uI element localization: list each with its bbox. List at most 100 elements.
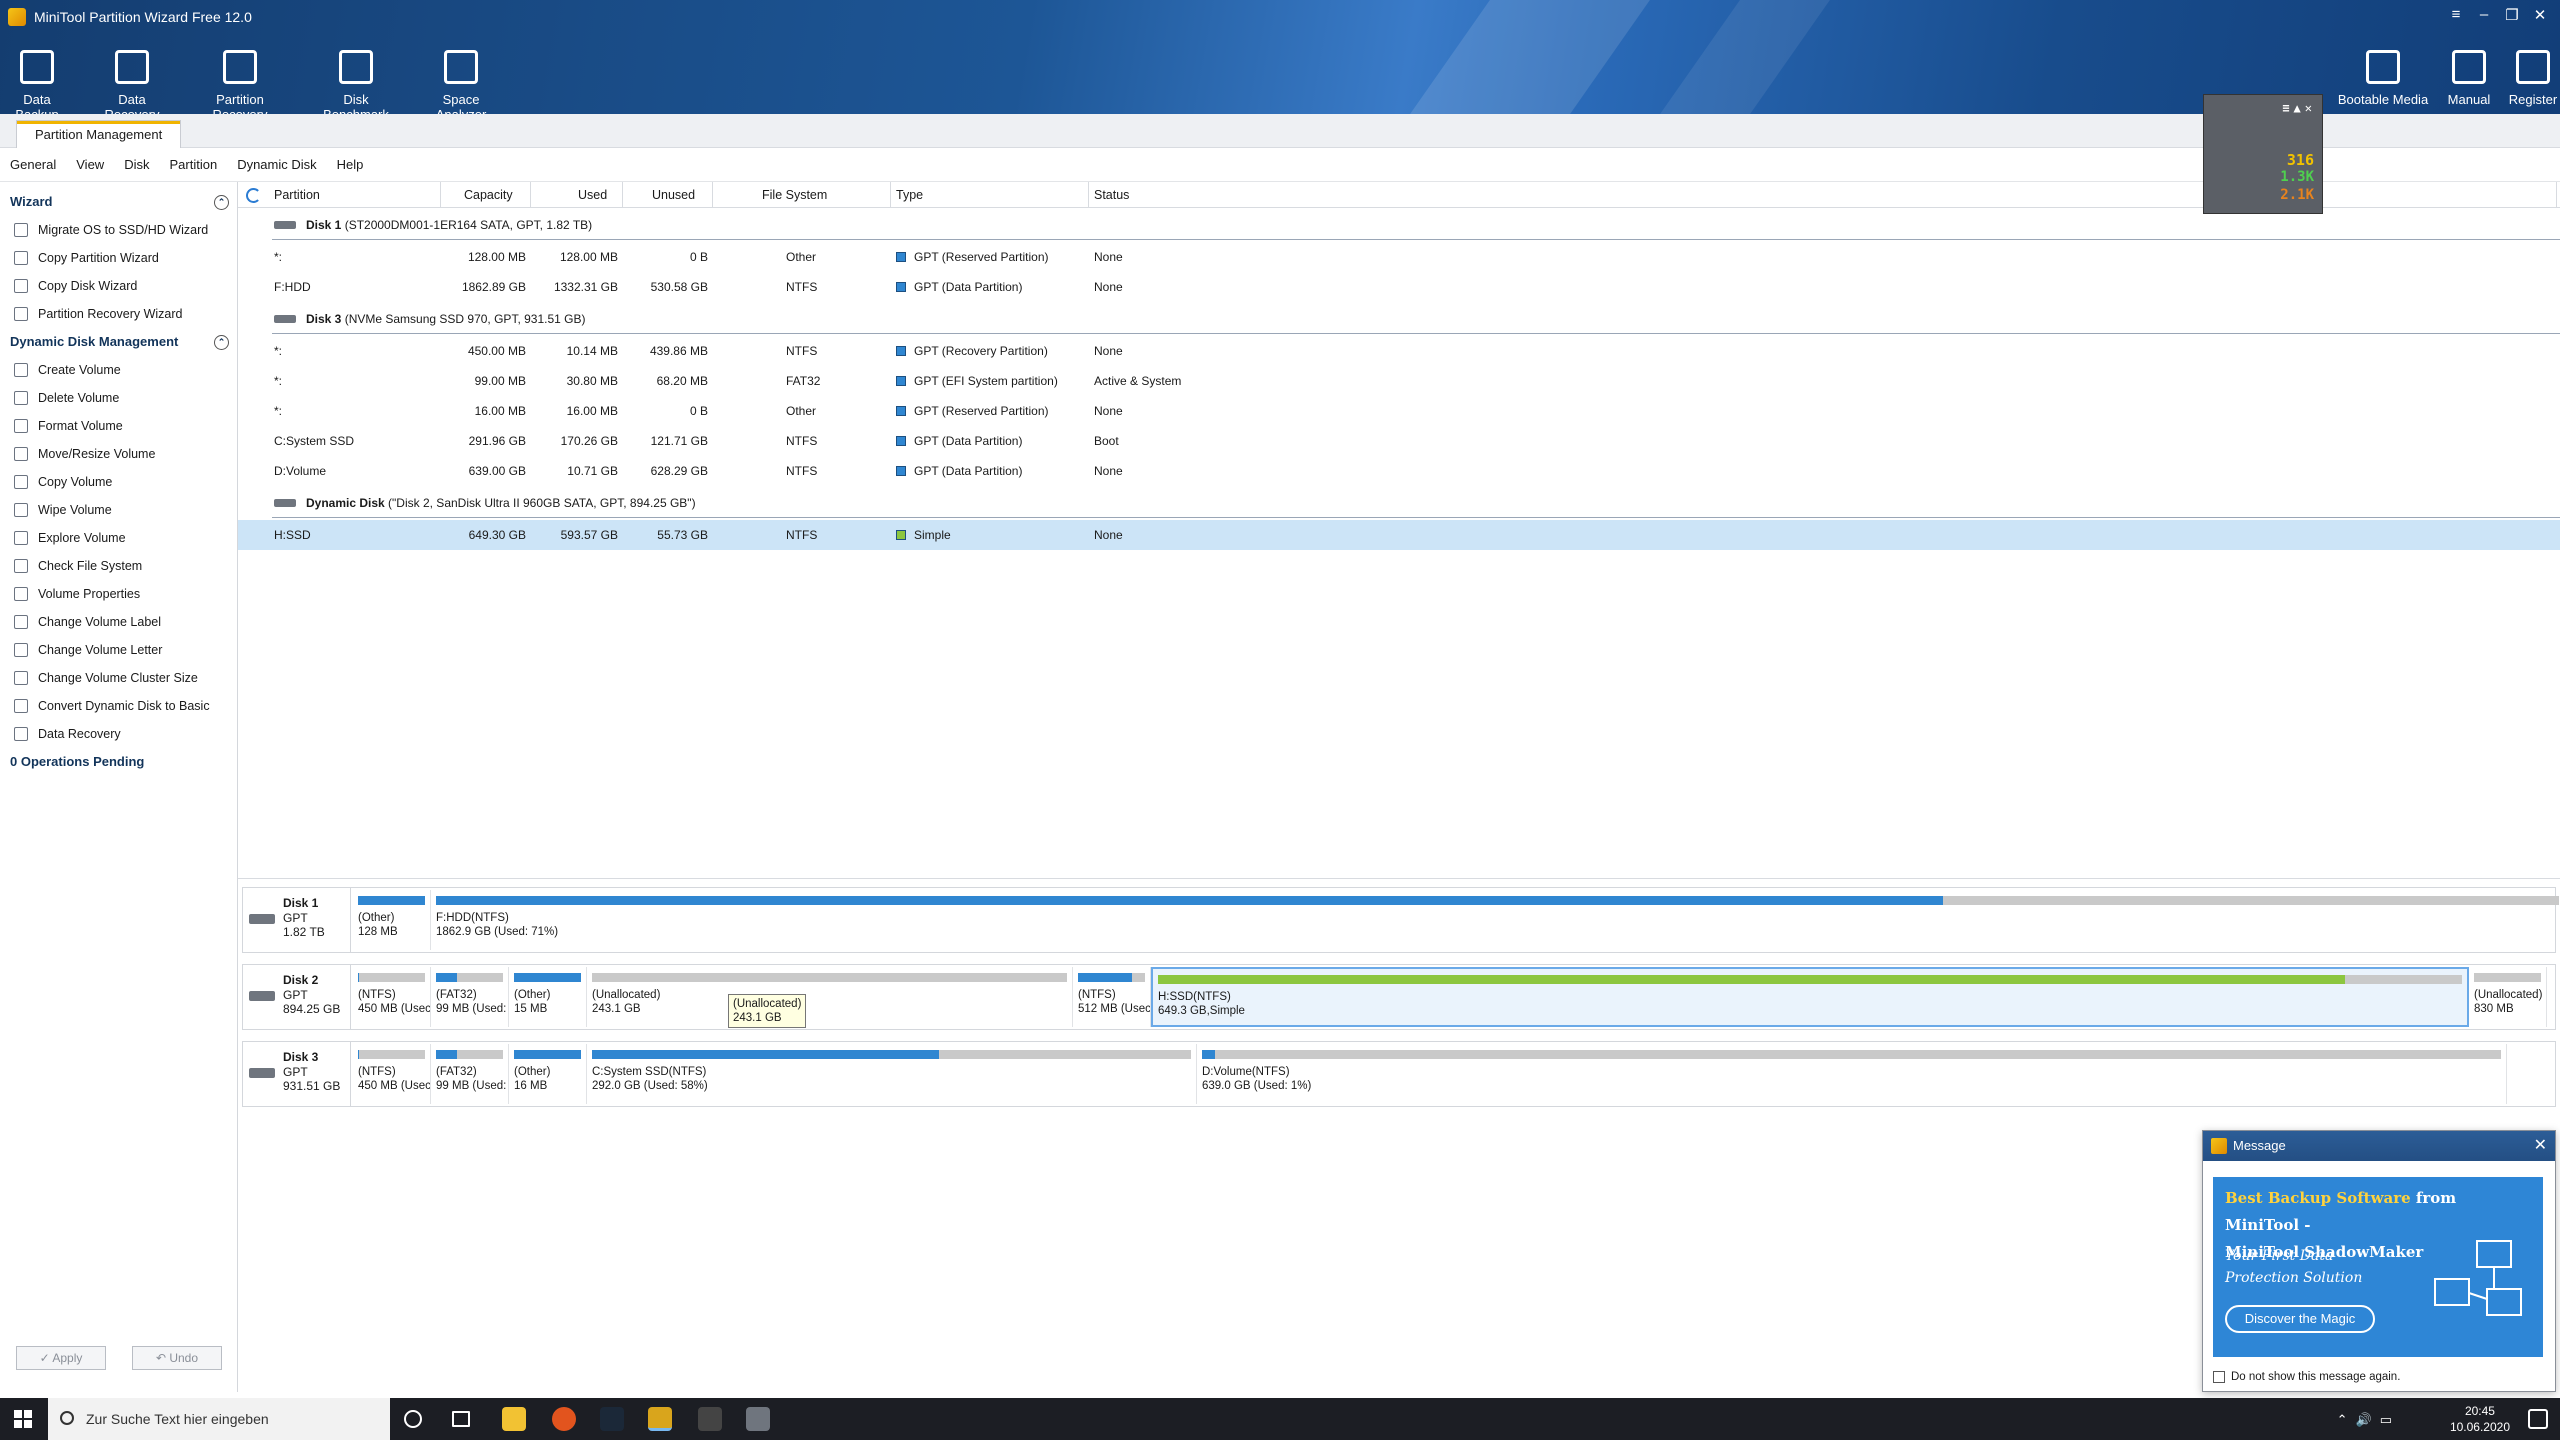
partition-block[interactable]: (Unallocated) 830 MB [2469,967,2547,1027]
col-unused[interactable]: Unused [652,188,695,202]
sidebar-item-cluster-size[interactable]: Change Volume Cluster Size [0,664,237,692]
disk-map-row[interactable]: Disk 3 GPT 931.51 GB (NTFS) 450 MB (Usec (FAT… [242,1041,2556,1107]
menu-dynamic-disk[interactable]: Dynamic Disk [237,157,316,172]
partition-block[interactable]: (NTFS) 450 MB (Usec [353,1044,431,1104]
sidebar-item-format-volume[interactable]: Format Volume [0,412,237,440]
sidebar-item-copy-disk[interactable]: Copy Disk Wizard [0,272,237,300]
widget-controls[interactable]: ≡▲✕ [2282,101,2316,115]
hamburger-menu-icon[interactable]: ≡ [2442,6,2470,24]
disk-group-row[interactable]: Disk 3 (NVMe Samsung SSD 970, GPT, 931.5… [238,302,2560,336]
toolbar-partition-recovery[interactable]: Partition Recovery [190,50,290,114]
col-used[interactable]: Used [578,188,607,202]
partition-block[interactable]: D:Volume(NTFS) 639.0 GB (Used: 1%) [1197,1044,2507,1104]
partition-block[interactable]: (Unallocated) 243.1 GB [587,967,1073,1027]
task-view-icon[interactable] [452,1411,470,1427]
sidebar-dynamic-disk-header[interactable]: Dynamic Disk Management ⌃ [0,328,237,356]
col-type[interactable]: Type [896,188,923,202]
partition-block[interactable]: H:SSD(NTFS) 649.3 GB,Simple [1151,967,2469,1027]
table-row[interactable]: *: 450.00 MB 10.14 MB 439.86 MB NTFS GPT (Rec… [238,336,2560,366]
sidebar-item-wipe-volume[interactable]: Wipe Volume [0,496,237,524]
partition-block[interactable]: (NTFS) 450 MB (Usec [353,967,431,1027]
sidebar-item-volume-properties[interactable]: Volume Properties [0,580,237,608]
partition-block[interactable]: (Other) 15 MB [509,967,587,1027]
sidebar-item-convert-basic[interactable]: Convert Dynamic Disk to Basic [0,692,237,720]
table-row[interactable]: *: 99.00 MB 30.80 MB 68.20 MB FAT32 GPT (EFI … [238,366,2560,396]
minimize-icon[interactable]: – [2470,6,2498,24]
taskbar-search[interactable]: Zur Suche Text hier eingeben [48,1398,390,1440]
table-row[interactable]: *: 128.00 MB 128.00 MB 0 B Other GPT (Reserve… [238,242,2560,272]
disk-group-row[interactable]: Dynamic Disk ("Disk 2, SanDisk Ultra II … [238,486,2560,520]
minitool-taskbar-icon[interactable] [648,1407,672,1431]
partition-block[interactable]: (Other) 128 MB [353,890,431,950]
partition-block[interactable]: (FAT32) 99 MB (Used: [431,1044,509,1104]
table-row[interactable]: *: 16.00 MB 16.00 MB 0 B Other GPT (Reserved … [238,396,2560,426]
partition-block[interactable]: (Other) 16 MB [509,1044,587,1104]
sidebar-item-partition-recovery[interactable]: Partition Recovery Wizard [0,300,237,328]
clock[interactable]: 20:45 10.06.2020 [2450,1398,2510,1435]
disk-map-header[interactable]: Disk 3 GPT 931.51 GB [243,1042,351,1106]
sidebar-item-check-fs[interactable]: Check File System [0,552,237,580]
toolbar-bootable-media[interactable]: Bootable Media [2336,50,2430,107]
partition-block[interactable]: (NTFS) 512 MB (Usec [1073,967,1151,1027]
system-tray-icons[interactable]: ⌃🔊▭ [2337,1412,2400,1428]
disk-map-row[interactable]: Disk 2 GPT 894.25 GB (NTFS) 450 MB (Usec (FAT… [242,964,2556,1030]
epic-games-icon[interactable] [698,1407,722,1431]
menu-help[interactable]: Help [337,157,364,172]
sidebar-wizard-header[interactable]: Wizard ⌃ [0,188,237,216]
collapse-icon[interactable]: ⌃ [214,195,229,210]
toolbar-data-recovery[interactable]: Data Recovery [92,50,172,114]
sidebar-item-change-label[interactable]: Change Volume Label [0,608,237,636]
sidebar-item-move-resize[interactable]: Move/Resize Volume [0,440,237,468]
disk-map-header[interactable]: Disk 1 GPT 1.82 TB [243,888,351,952]
steam-icon[interactable] [600,1407,624,1431]
col-file-system[interactable]: File System [762,188,827,202]
disk-map-row[interactable]: Disk 1 GPT 1.82 TB (Other) 128 MB F:HDD(NTFS)… [242,887,2559,953]
restore-icon[interactable]: ❐ [2498,6,2526,24]
col-capacity[interactable]: Capacity [464,188,513,202]
menu-view[interactable]: View [76,157,104,172]
promo-banner[interactable]: Best Backup Software from MiniTool - Min… [2213,1177,2543,1357]
firefox-icon[interactable] [552,1407,576,1431]
apply-button[interactable]: ✓ Apply [16,1346,106,1370]
toolbar-manual[interactable]: Manual [2444,50,2494,107]
toolbar-register[interactable]: Register [2508,50,2558,107]
partition-block[interactable]: (FAT32) 99 MB (Used: [431,967,509,1027]
do-not-show-checkbox[interactable]: Do not show this message again. [2213,1371,2400,1383]
sidebar-item-change-letter[interactable]: Change Volume Letter [0,636,237,664]
toolbar-space-analyzer[interactable]: Space Analyzer [418,50,504,114]
sidebar-item-data-recovery[interactable]: Data Recovery [0,720,237,748]
collapse-icon[interactable]: ⌃ [214,335,229,350]
table-row[interactable]: D:Volume 639.00 GB 10.71 GB 628.29 GB NTFS GP… [238,456,2560,486]
toolbar-data-backup[interactable]: Data Backup [4,50,70,114]
discover-button[interactable]: Discover the Magic [2225,1305,2375,1333]
file-explorer-icon[interactable] [502,1407,526,1431]
network-monitor-widget[interactable]: ≡▲✕ 316 1.3K 2.1K [2203,94,2323,214]
partition-block[interactable]: F:HDD(NTFS) 1862.9 GB (Used: 71%) [431,890,2560,950]
partition-block[interactable]: C:System SSD(NTFS) 292.0 GB (Used: 58%) [587,1044,1197,1104]
table-row[interactable]: H:SSD 649.30 GB 593.57 GB 55.73 GB NTFS Simpl… [238,520,2560,550]
undo-button[interactable]: ↶ Undo [132,1346,222,1370]
sidebar-item-explore-volume[interactable]: Explore Volume [0,524,237,552]
checkbox-icon[interactable] [2213,1371,2225,1383]
table-row[interactable]: C:System SSD 291.96 GB 170.26 GB 121.71 GB N… [238,426,2560,456]
windows-start-icon[interactable] [14,1410,32,1428]
close-icon[interactable]: ✕ [2534,1131,2547,1161]
notification-icon[interactable] [2528,1409,2548,1429]
close-icon[interactable]: ✕ [2526,6,2554,24]
col-status[interactable]: Status [1094,188,1129,202]
menu-partition[interactable]: Partition [169,157,217,172]
sidebar-item-copy-volume[interactable]: Copy Volume [0,468,237,496]
sidebar-item-copy-partition[interactable]: Copy Partition Wizard [0,244,237,272]
sidebar-item-create-volume[interactable]: Create Volume [0,356,237,384]
col-partition[interactable]: Partition [274,188,320,202]
tab-partition-management[interactable]: Partition Management [16,120,182,148]
sidebar-item-delete-volume[interactable]: Delete Volume [0,384,237,412]
disk-map-header[interactable]: Disk 2 GPT 894.25 GB [243,965,351,1029]
menu-general[interactable]: General [10,157,56,172]
cortana-icon[interactable] [404,1410,422,1428]
menu-disk[interactable]: Disk [124,157,149,172]
table-row[interactable]: F:HDD 1862.89 GB 1332.31 GB 530.58 GB NTFS GP… [238,272,2560,302]
sidebar-item-migrate-os[interactable]: Migrate OS to SSD/HD Wizard [0,216,237,244]
refresh-icon[interactable] [246,188,261,203]
disk-tool-icon[interactable] [746,1407,770,1431]
